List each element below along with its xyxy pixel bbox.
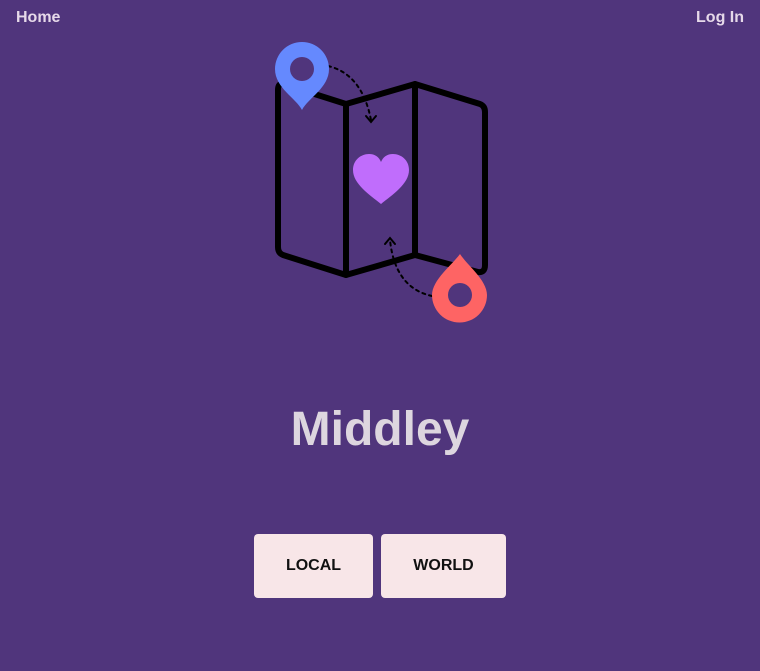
heart-icon <box>353 154 409 204</box>
location-pin-icon <box>275 42 329 110</box>
dashed-arrow-bottom <box>389 239 433 297</box>
world-button[interactable]: WORLD <box>381 534 506 598</box>
nav-login-link[interactable]: Log In <box>696 9 744 27</box>
hero-illustration <box>265 38 495 328</box>
nav-home-link[interactable]: Home <box>16 9 60 27</box>
local-button[interactable]: LOCAL <box>254 534 373 598</box>
app-title: Middley <box>290 403 470 456</box>
dashed-arrow-top <box>327 65 372 121</box>
